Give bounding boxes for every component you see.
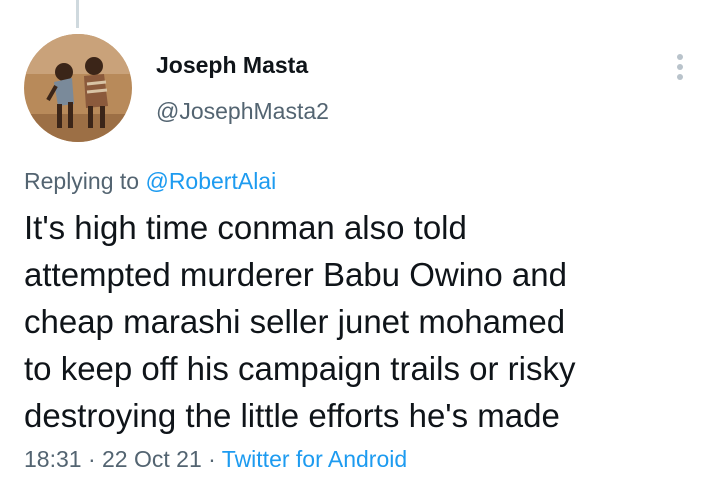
replying-to-line: Replying to @RobertAlai	[24, 168, 276, 195]
tweet-text-line: destroying the little efforts he's made	[24, 397, 560, 434]
author-handle[interactable]: @JosephMasta2	[156, 98, 329, 125]
tweet-card[interactable]: Joseph Masta @JosephMasta2 Replying to @…	[0, 0, 720, 495]
tweet-text-line: cheap marashi seller junet mohamed	[24, 303, 566, 340]
meta-separator: ·	[87, 446, 96, 472]
avatar[interactable]	[24, 34, 132, 142]
tweet-time[interactable]: 18:31	[24, 446, 82, 472]
tweet-text: It's high time conman also told attempte…	[24, 204, 704, 439]
tweet-text-line: It's high time conman also told	[24, 209, 467, 246]
reply-mention-link[interactable]: @RobertAlai	[145, 168, 276, 194]
more-vertical-icon[interactable]	[668, 52, 692, 82]
author-name[interactable]: Joseph Masta	[156, 52, 308, 79]
tweet-text-line: to keep off his campaign trails or risky	[24, 350, 576, 387]
thread-connector-line	[76, 0, 79, 28]
tweet-date[interactable]: 22 Oct 21	[102, 446, 202, 472]
meta-separator: ·	[208, 446, 216, 472]
tweet-meta: 18:31 · 22 Oct 21 · Twitter for Android	[24, 446, 407, 473]
replying-to-label: Replying to	[24, 168, 140, 194]
tweet-source-link[interactable]: Twitter for Android	[222, 446, 407, 472]
tweet-text-line: attempted murderer Babu Owino and	[24, 256, 567, 293]
